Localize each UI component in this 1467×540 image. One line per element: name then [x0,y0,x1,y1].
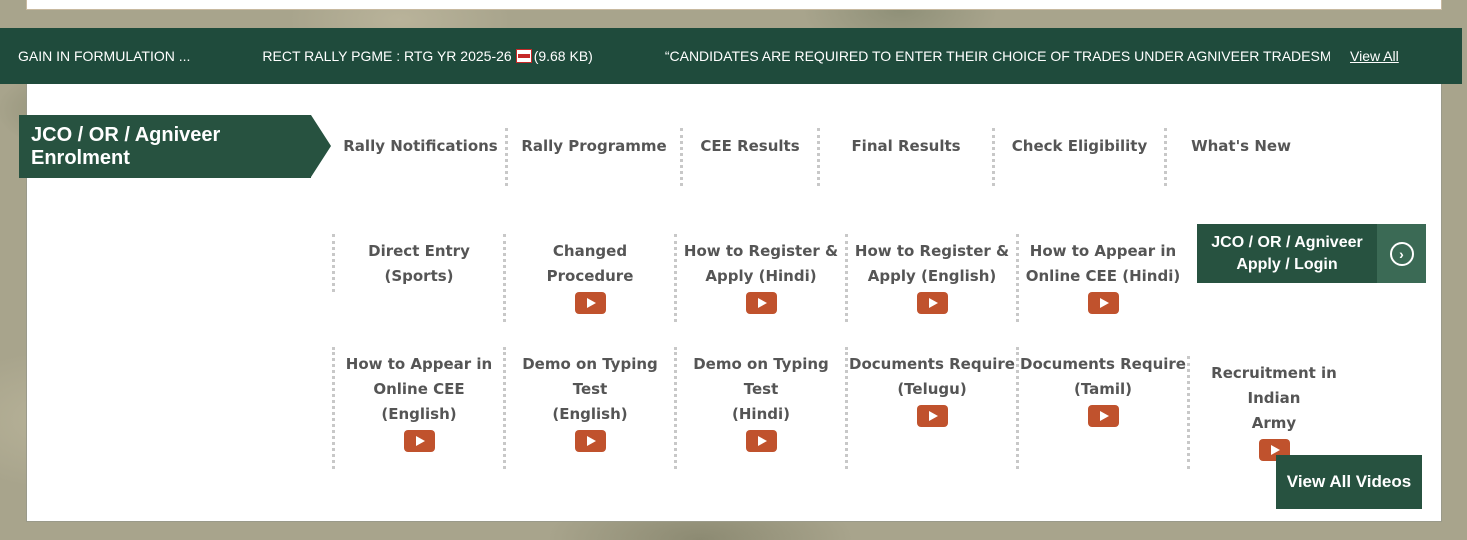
ticker-item-text: GAIN IN FORMULATION ... [18,48,191,64]
video-item-line2: Online CEE (Hindi) [1025,267,1181,285]
youtube-play-icon[interactable] [745,430,777,452]
tab-check-eligibility[interactable]: Check Eligibility [995,128,1167,186]
video-grid-row-2: How to Appear in Online CEE (English) De… [332,347,1358,469]
ticker-item-text: “CANDIDATES ARE REQUIRED TO ENTER THEIR … [664,48,1330,64]
section-title: JCO / OR / Agniveer Enrolment [19,115,331,178]
ticker-item[interactable]: RECT RALLY PGME : RTG YR 2025-26 (9.68 K… [244,48,628,64]
video-grid-row-1: Direct Entry (Sports) Changed Procedure … [332,234,1187,322]
video-item-line2: (English) [552,405,628,423]
ticker-item-text: RECT RALLY PGME : RTG YR 2025-26 [262,48,512,64]
tab-rally-notifications[interactable]: Rally Notifications [336,128,508,186]
video-item-line2: Online CEE (English) [373,380,465,423]
video-item-line2: Apply (English) [867,267,997,285]
tab-cee-results[interactable]: CEE Results [683,128,820,186]
video-item-line1: Documents Require [849,355,1015,373]
video-item[interactable]: Demo on Typing Test (English) [503,347,674,469]
video-item-line1: How to Register & [683,242,839,260]
ticker-item[interactable]: “CANDIDATES ARE REQUIRED TO ENTER THEIR … [647,48,1330,64]
youtube-play-icon[interactable] [916,292,948,314]
apply-login-button[interactable]: JCO / OR / Agniveer Apply / Login › [1197,224,1426,283]
view-all-videos-button[interactable]: View All Videos [1276,455,1422,509]
youtube-play-icon[interactable] [1087,292,1119,314]
tab-final-results[interactable]: Final Results [820,128,995,186]
video-item-line1: How to Appear in [345,355,493,373]
youtube-play-icon[interactable] [403,430,435,452]
video-item[interactable]: How to Register & Apply (English) [845,234,1016,322]
section-tabs: Rally Notifications Rally Programme CEE … [336,128,1315,186]
video-item[interactable]: How to Appear in Online CEE (Hindi) [1016,234,1187,322]
video-item-line2: (Sports) [384,267,454,285]
apply-login-arrow[interactable]: › [1377,224,1426,283]
video-item-line2: (Tamil) [1073,380,1133,398]
video-item-line1: How to Register & [854,242,1010,260]
video-item-line2: Apply (Hindi) [705,267,817,285]
ticker-item-size: (9.68 KB) [533,48,593,64]
video-item-line1: Documents Require [1020,355,1186,373]
apply-login-line1: JCO / OR / Agniveer [1211,233,1363,251]
video-item-line1: Recruitment in Indian [1211,364,1337,407]
video-item[interactable]: How to Appear in Online CEE (English) [332,347,503,469]
video-item[interactable]: Demo on Typing Test (Hindi) [674,347,845,469]
video-item-line1: How to Appear in [1029,242,1177,260]
ticker-view-all-link[interactable]: View All [1350,48,1399,64]
top-panel [26,0,1442,10]
video-item[interactable]: Recruitment in Indian Army [1187,356,1358,469]
video-item-line1: Changed [552,242,628,260]
ticker-item[interactable]: GAIN IN FORMULATION ... [0,48,226,64]
tab-rally-programme[interactable]: Rally Programme [508,128,683,186]
youtube-play-icon[interactable] [574,430,606,452]
video-item[interactable]: Documents Require (Telugu) [845,347,1016,469]
video-item-line1: Demo on Typing Test [522,355,658,398]
video-item-line2: (Hindi) [732,405,790,423]
news-ticker: GAIN IN FORMULATION ... RECT RALLY PGME … [0,28,1462,84]
chevron-right-circle-icon: › [1389,241,1414,266]
youtube-play-icon[interactable] [745,292,777,314]
youtube-play-icon[interactable] [574,292,606,314]
video-item-line1: Direct Entry [368,242,470,260]
video-item[interactable]: Documents Require (Tamil) [1016,347,1187,469]
pdf-icon [515,49,532,63]
youtube-play-icon[interactable] [1087,405,1119,427]
ticker-track: GAIN IN FORMULATION ... RECT RALLY PGME … [0,48,1330,64]
video-item-line1: Demo on Typing Test [693,355,829,398]
video-item-line2: Procedure [546,267,634,285]
video-item-line2: (Telugu) [897,380,967,398]
apply-login-text: JCO / OR / Agniveer Apply / Login [1197,224,1377,283]
tab-whats-new[interactable]: What's New [1167,128,1315,186]
video-item-line2: Army [1251,414,1297,432]
apply-login-line2: Apply / Login [1236,255,1338,273]
video-item[interactable]: How to Register & Apply (Hindi) [674,234,845,322]
youtube-play-icon[interactable] [916,405,948,427]
video-item[interactable]: Direct Entry (Sports) [332,234,503,292]
video-item[interactable]: Changed Procedure [503,234,674,322]
